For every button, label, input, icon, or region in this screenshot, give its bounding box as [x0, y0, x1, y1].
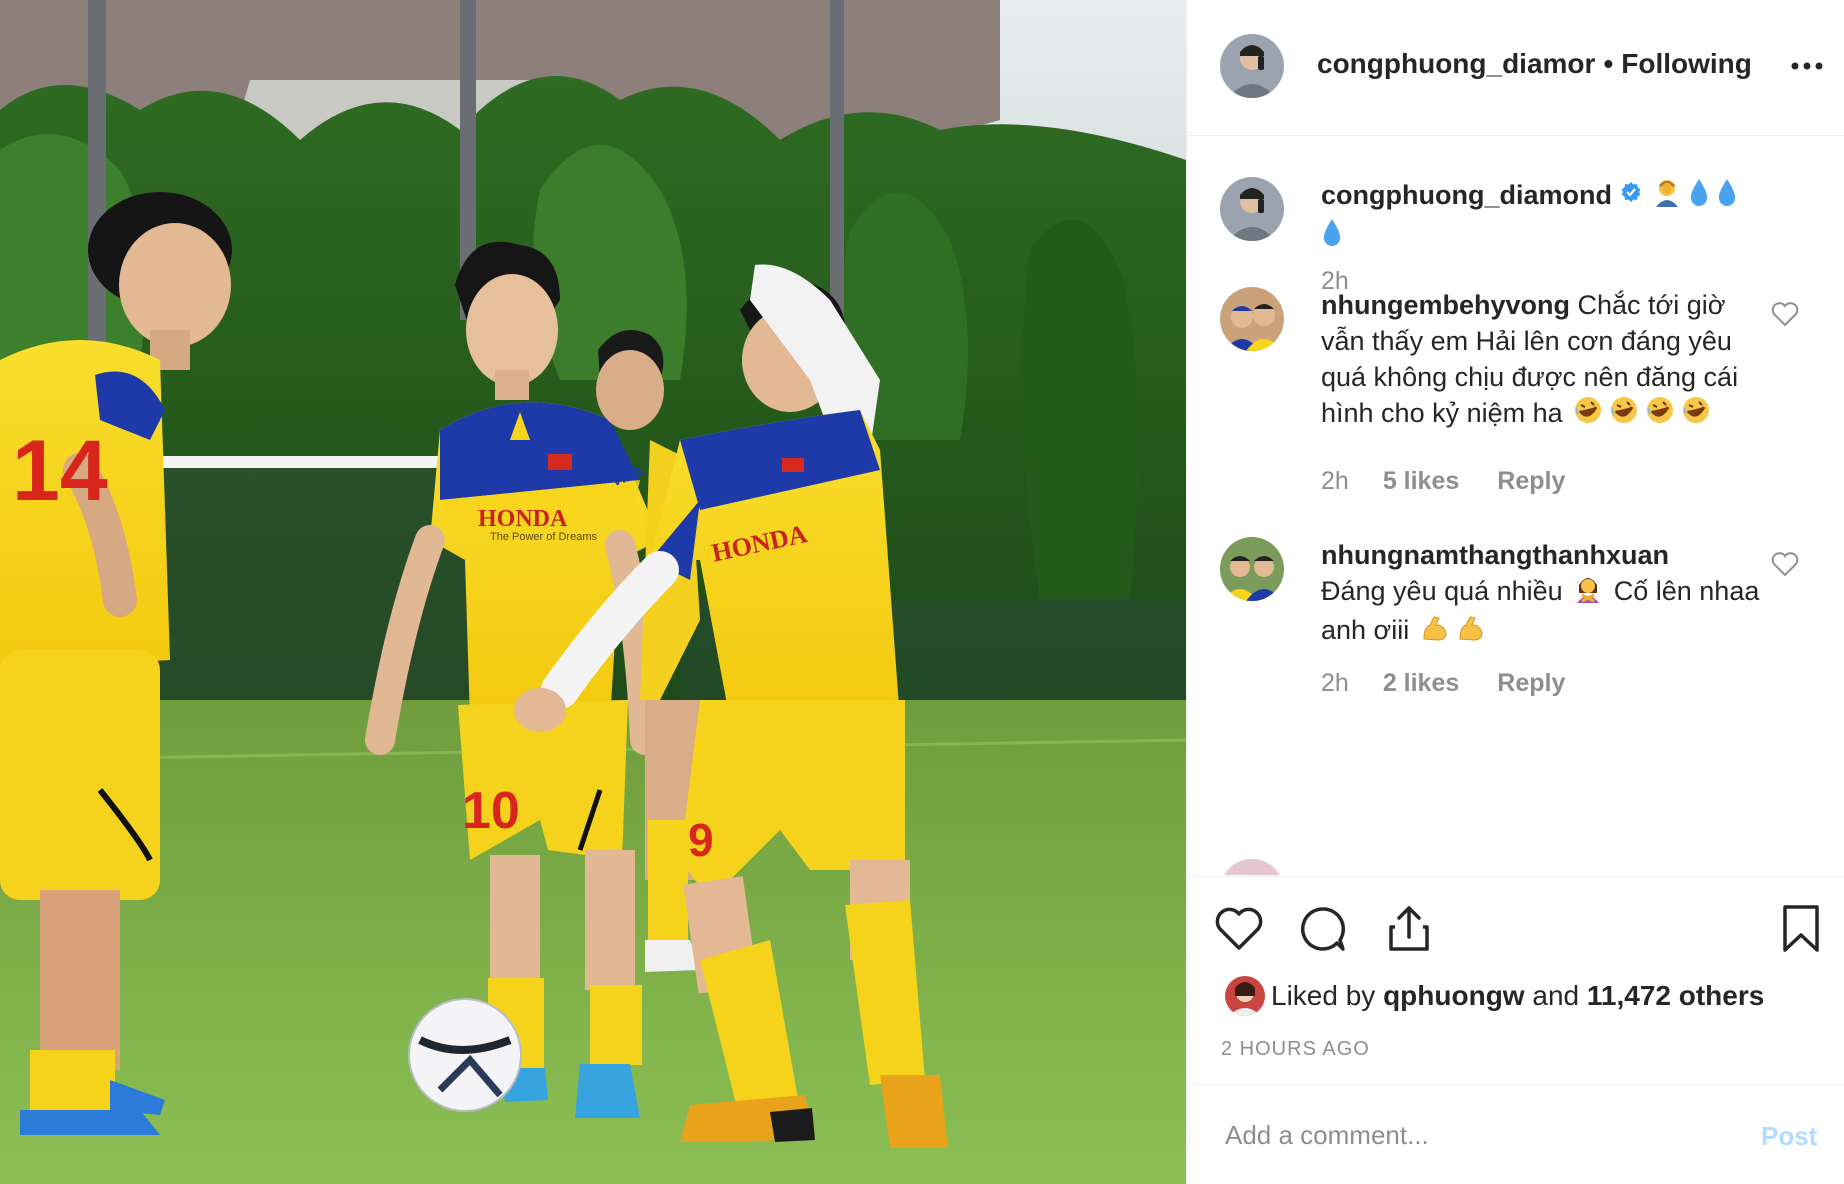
rofl-emoji-icon — [1645, 395, 1675, 434]
jersey-sponsor: HONDA — [478, 506, 568, 532]
comment-time: 2h — [1321, 669, 1349, 697]
jersey-number-14: 14 — [12, 423, 108, 519]
rofl-emoji-icon — [1573, 395, 1603, 434]
comment-likes[interactable]: 5 likes — [1383, 467, 1459, 495]
caption-text: congphuong_diamond — [1321, 177, 1781, 256]
separator-dot: • — [1603, 48, 1614, 79]
follow-status-button[interactable]: Following — [1621, 48, 1752, 79]
add-comment-input[interactable] — [1223, 1109, 1697, 1161]
comment-bubble-icon[interactable] — [1297, 903, 1349, 955]
save-bookmark-icon[interactable] — [1775, 903, 1827, 955]
author-avatar[interactable] — [1220, 34, 1284, 98]
commenter-avatar[interactable] — [1220, 537, 1284, 601]
post-header: congphuong_diamor • Following — [1187, 0, 1844, 136]
comment-time: 2h — [1321, 467, 1349, 495]
share-upload-icon[interactable] — [1383, 903, 1435, 955]
caption-username[interactable]: congphuong_diamond — [1321, 180, 1612, 210]
comments-list[interactable]: congphuong_diamond 2h nhungembehyvong Ch… — [1187, 137, 1844, 875]
verified-badge-icon — [1620, 176, 1642, 212]
flexed-biceps-emoji-icon — [1420, 613, 1450, 652]
liked-by-line: Liked by qphuongw and 11,472 others — [1271, 980, 1764, 1012]
commenter-username[interactable]: nhungnamthangthanhxuan — [1321, 540, 1669, 570]
rofl-emoji-icon — [1609, 395, 1639, 434]
comment-text: nhungembehyvong Chắc tới giờ vẫn thấy em… — [1321, 287, 1761, 434]
post-timestamp[interactable]: 2 HOURS AGO — [1221, 1038, 1370, 1061]
comment-body-part1: Đáng yêu quá nhiều — [1321, 576, 1563, 606]
commenter-avatar[interactable] — [1220, 859, 1284, 875]
like-heart-icon[interactable] — [1213, 903, 1265, 955]
comment-composer: Post — [1187, 1084, 1844, 1184]
comment-meta: 2h 5 likes Reply — [1321, 467, 1565, 496]
reply-button[interactable]: Reply — [1497, 669, 1565, 697]
liked-by-others[interactable]: 11,472 others — [1587, 980, 1764, 1011]
post-photo[interactable]: 14 HONDA The Power of Dreams VINA 10 HON… — [0, 0, 1186, 1184]
comment: nhungembehyvong Chắc tới giờ vẫn thấy em… — [1187, 287, 1844, 517]
football — [408, 998, 522, 1112]
caption-avatar[interactable] — [1220, 177, 1284, 241]
comment-partial — [1187, 859, 1844, 875]
author-username[interactable]: congphuong_diamor — [1317, 48, 1595, 79]
rofl-emoji-icon — [1681, 395, 1711, 434]
facepalm-emoji-icon — [1652, 177, 1682, 216]
like-comment-heart-icon[interactable] — [1771, 301, 1799, 327]
post-side-panel: congphuong_diamor • Following congphuong_d… — [1186, 0, 1844, 1184]
commenter-username[interactable]: nhungembehyvong — [1321, 290, 1570, 320]
comment-meta: 2h 2 likes Reply — [1321, 669, 1565, 698]
like-comment-heart-icon[interactable] — [1771, 551, 1799, 577]
commenter-avatar[interactable] — [1220, 287, 1284, 351]
droplet-emoji-icon — [1688, 177, 1710, 216]
reply-button[interactable]: Reply — [1497, 467, 1565, 495]
liker-avatar[interactable] — [1225, 976, 1265, 1016]
comment-text: nhungnamthangthanhxuan Đáng yêu quá nhiều… — [1321, 537, 1761, 652]
post-comment-button[interactable]: Post — [1761, 1121, 1817, 1152]
jersey-tagline: The Power of Dreams — [490, 531, 597, 543]
droplet-emoji-icon — [1716, 177, 1738, 216]
jersey-number-9: 9 — [688, 814, 714, 866]
jersey-number-10: 10 — [462, 782, 520, 840]
caption: congphuong_diamond 2h — [1187, 157, 1844, 295]
liked-by-user[interactable]: qphuongw — [1383, 980, 1525, 1011]
flexed-biceps-emoji-icon — [1456, 613, 1486, 652]
football-training-photo: 14 HONDA The Power of Dreams VINA 10 HON… — [0, 0, 1186, 1184]
comment-likes[interactable]: 2 likes — [1383, 669, 1459, 697]
author-line: congphuong_diamor • Following — [1317, 48, 1752, 80]
liked-by-and: and — [1532, 980, 1580, 1011]
comment: nhungnamthangthanhxuan Đáng yêu quá nhiều… — [1187, 537, 1844, 707]
woman-gesturing-no-emoji-icon — [1573, 573, 1603, 612]
more-options-icon[interactable] — [1787, 54, 1827, 78]
liked-by-prefix: Liked by — [1271, 980, 1376, 1011]
droplet-emoji-icon — [1321, 217, 1343, 256]
